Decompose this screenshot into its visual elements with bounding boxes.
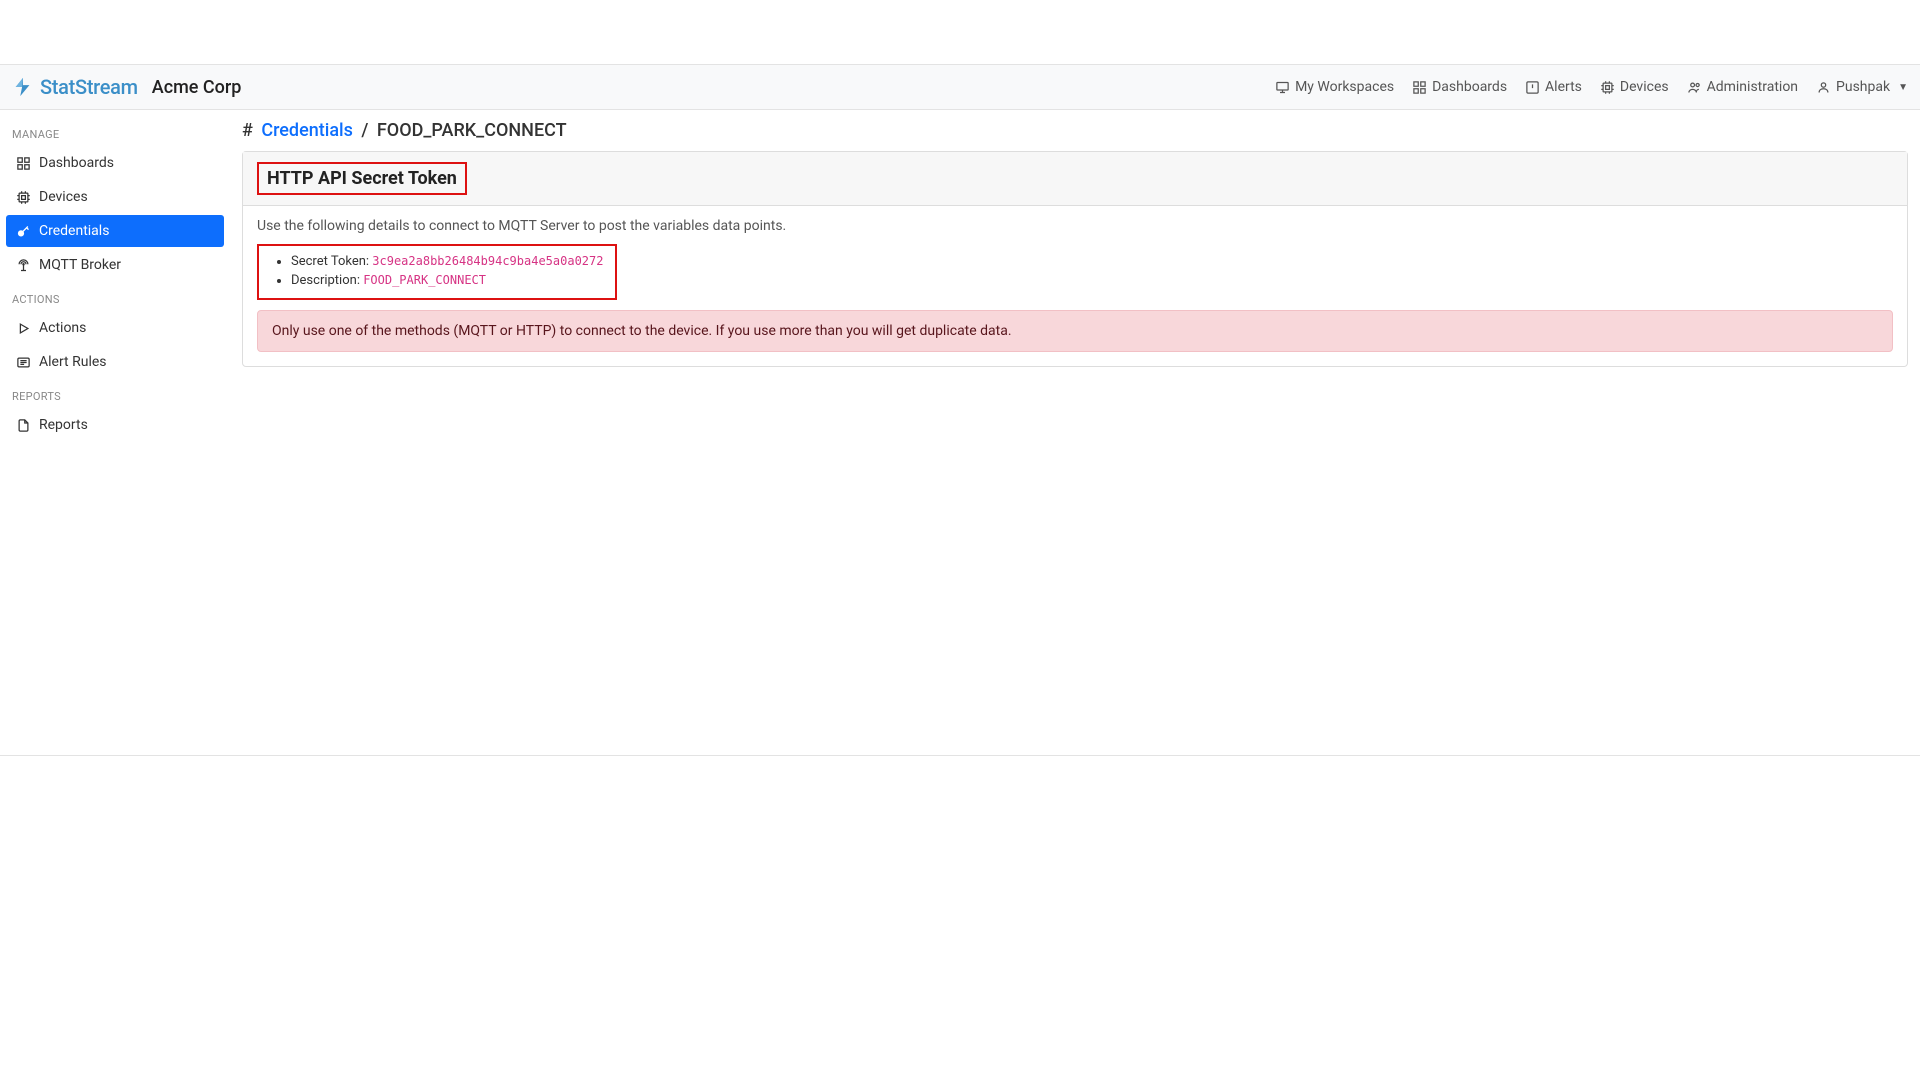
sidebar-item-label: Alert Rules [39, 354, 107, 370]
frame-bottom-divider [0, 755, 1920, 756]
cpu-icon [16, 190, 31, 205]
nav-label: My Workspaces [1295, 79, 1394, 95]
sidebar-item-label: Devices [39, 189, 88, 205]
nav-label: Administration [1707, 79, 1798, 95]
warning-alert: Only use one of the methods (MQTT or HTT… [257, 310, 1893, 352]
nav-label: Dashboards [1432, 79, 1507, 95]
monitor-icon [1275, 80, 1290, 95]
brand-name: StatStream [40, 75, 138, 99]
sidebar-item-label: Credentials [39, 223, 109, 239]
secret-token-row: Secret Token: 3c9ea2a8bb26484b94c9ba4e5a… [291, 252, 603, 271]
user-icon [1816, 80, 1831, 95]
org-name[interactable]: Acme Corp [152, 77, 242, 98]
grid-icon [16, 156, 31, 171]
main-content: # Credentials / FOOD_PARK_CONNECT HTTP A… [230, 110, 1920, 451]
nav-devices[interactable]: Devices [1600, 79, 1669, 95]
play-icon [16, 321, 31, 336]
secret-token-panel: HTTP API Secret Token Use the following … [242, 151, 1908, 367]
cpu-icon [1600, 80, 1615, 95]
nav-dashboards[interactable]: Dashboards [1412, 79, 1507, 95]
sidebar-item-devices[interactable]: Devices [6, 181, 224, 213]
grid-icon [1412, 80, 1427, 95]
sidebar-section-manage: MANAGE [4, 118, 226, 145]
sidebar-item-mqtt-broker[interactable]: MQTT Broker [6, 249, 224, 281]
description-value: FOOD_PARK_CONNECT [363, 273, 486, 287]
breadcrumb: # Credentials / FOOD_PARK_CONNECT [242, 120, 1908, 141]
nav-alerts[interactable]: Alerts [1525, 79, 1582, 95]
nav-user-menu[interactable]: Pushpak ▼ [1816, 79, 1908, 95]
breadcrumb-separator: / [361, 120, 368, 141]
sidebar-item-alert-rules[interactable]: Alert Rules [6, 346, 224, 378]
sidebar-item-dashboards[interactable]: Dashboards [6, 147, 224, 179]
broadcast-icon [16, 258, 31, 273]
nav-label: Devices [1620, 79, 1669, 95]
nav-label: Alerts [1545, 79, 1582, 95]
breadcrumb-link-credentials[interactable]: Credentials [261, 120, 353, 141]
sidebar-section-reports: REPORTS [4, 380, 226, 407]
top-navbar: StatStream Acme Corp My Workspaces Dashb… [0, 64, 1920, 110]
description-label: Description: [291, 273, 363, 288]
file-icon [16, 418, 31, 433]
alert-icon [1525, 80, 1540, 95]
list-icon [16, 355, 31, 370]
panel-title: HTTP API Secret Token [267, 168, 457, 189]
nav-my-workspaces[interactable]: My Workspaces [1275, 79, 1394, 95]
chevron-down-icon: ▼ [1898, 82, 1908, 93]
users-icon [1687, 80, 1702, 95]
panel-intro-text: Use the following details to connect to … [257, 218, 1893, 234]
sidebar-item-label: Actions [39, 320, 86, 336]
description-row: Description: FOOD_PARK_CONNECT [291, 271, 603, 290]
sidebar-item-label: Dashboards [39, 155, 114, 171]
secret-token-label: Secret Token: [291, 254, 372, 269]
key-icon [16, 224, 31, 239]
breadcrumb-hash: # [242, 120, 253, 141]
brand-logo-icon [12, 76, 34, 98]
token-details-highlight: Secret Token: 3c9ea2a8bb26484b94c9ba4e5a… [257, 244, 617, 300]
sidebar-section-actions: ACTIONS [4, 283, 226, 310]
nav-user-label: Pushpak [1836, 79, 1890, 95]
panel-title-highlight: HTTP API Secret Token [257, 162, 467, 195]
sidebar: MANAGE Dashboards Devices Credentials MQ… [0, 110, 230, 451]
panel-header: HTTP API Secret Token [243, 152, 1907, 206]
sidebar-item-label: Reports [39, 417, 88, 433]
sidebar-item-label: MQTT Broker [39, 257, 121, 273]
secret-token-value: 3c9ea2a8bb26484b94c9ba4e5a0a0272 [372, 254, 603, 268]
sidebar-item-reports[interactable]: Reports [6, 409, 224, 441]
breadcrumb-current: FOOD_PARK_CONNECT [377, 120, 567, 141]
brand-block[interactable]: StatStream [12, 75, 138, 99]
sidebar-item-credentials[interactable]: Credentials [6, 215, 224, 247]
nav-administration[interactable]: Administration [1687, 79, 1798, 95]
sidebar-item-actions[interactable]: Actions [6, 312, 224, 344]
